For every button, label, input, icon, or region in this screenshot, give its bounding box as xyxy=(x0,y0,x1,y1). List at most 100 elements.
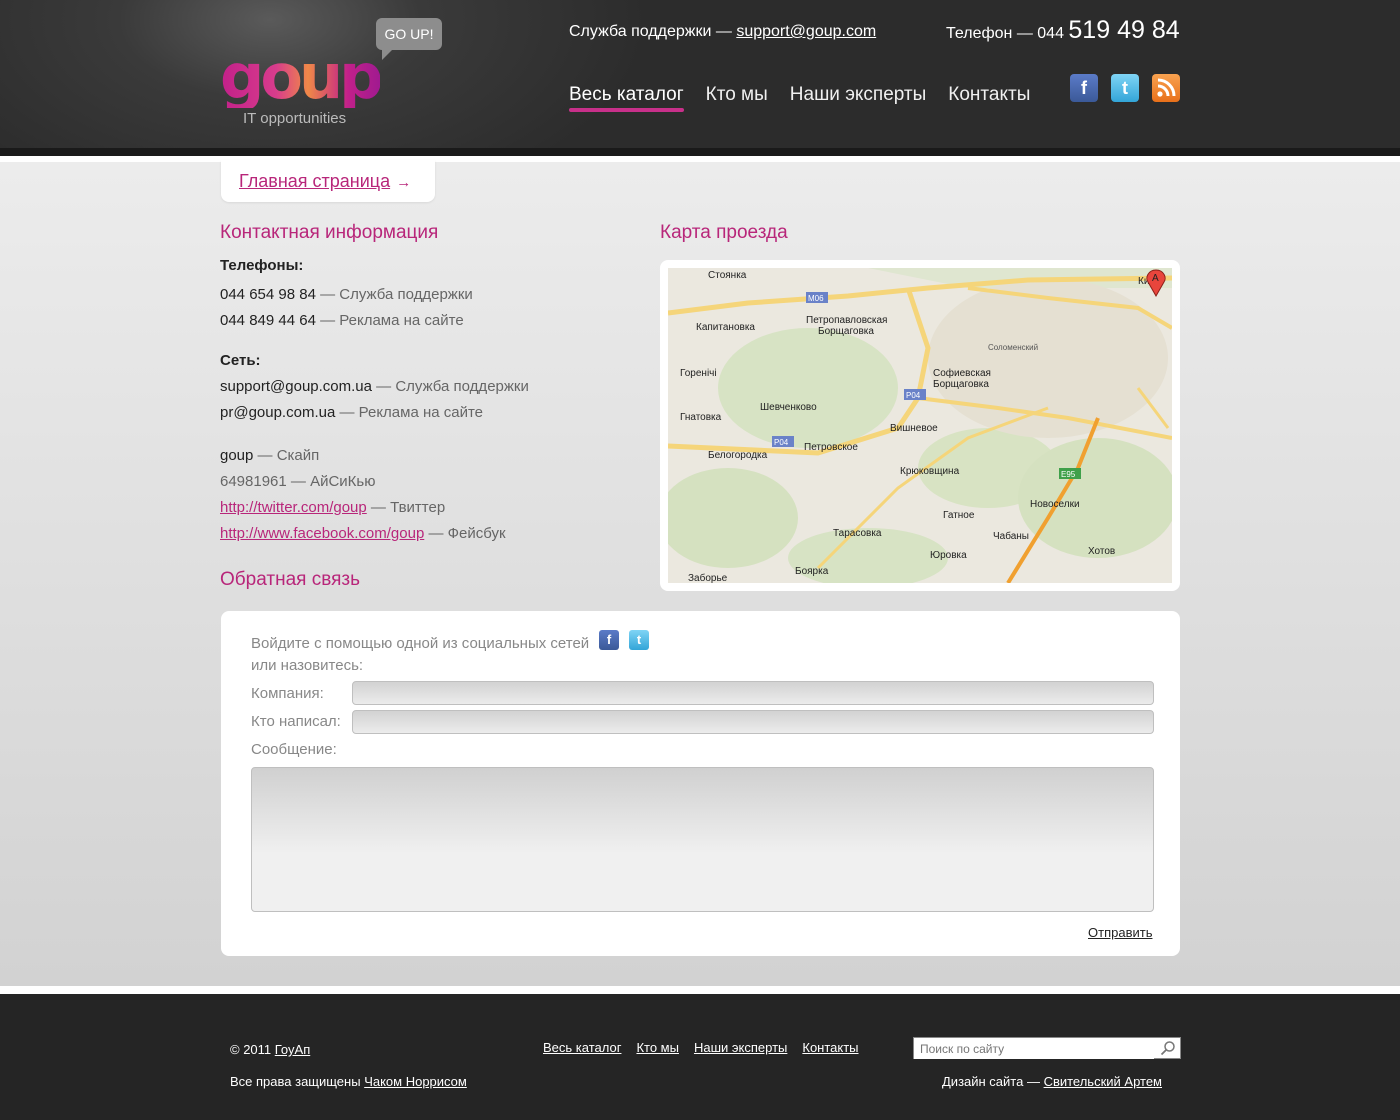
svg-text:P04: P04 xyxy=(906,391,921,400)
svg-text:Софиевская: Софиевская xyxy=(933,367,991,379)
footer-nav-catalog[interactable]: Весь каталог xyxy=(543,1040,621,1055)
design-credit: Дизайн сайта — Свительский Артем xyxy=(942,1074,1162,1089)
contact-desc: — Скайп xyxy=(253,447,320,464)
support-email-link[interactable]: support@goup.com xyxy=(736,23,876,40)
contact-desc: — АйСиКью xyxy=(286,473,376,490)
footer-nav-experts[interactable]: Наши эксперты xyxy=(694,1040,787,1055)
contact-value: support@goup.com.ua xyxy=(220,378,372,395)
arrow-right-icon: → xyxy=(392,174,412,191)
svg-text:E95: E95 xyxy=(1061,470,1076,479)
map-title: Карта проезда xyxy=(660,222,788,243)
phone-info: Телефон — 044 519 49 84 xyxy=(946,16,1180,45)
site-footer xyxy=(0,994,1400,1120)
svg-text:Вишневое: Вишневое xyxy=(890,423,938,434)
phones-label: Телефоны: xyxy=(220,257,304,274)
contact-desc: — Реклама на сайте xyxy=(335,404,484,421)
contact-line: 044 849 44 64 — Реклама на сайте xyxy=(220,312,464,329)
company-label: Компания: xyxy=(251,685,324,702)
logo-speech-bubble: GO UP! xyxy=(376,18,442,60)
message-textarea[interactable] xyxy=(251,767,1154,912)
search-input[interactable] xyxy=(914,1039,1154,1059)
rights: Все права защищены Чаком Норрисом xyxy=(230,1074,467,1089)
contact-value: 64981961 xyxy=(220,473,287,490)
svg-text:Петровское: Петровское xyxy=(804,442,858,453)
phone-number: 519 49 84 xyxy=(1068,16,1180,44)
contacts-title: Контактная информация xyxy=(220,222,439,243)
footer-nav-contacts[interactable]: Контакты xyxy=(802,1040,858,1055)
svg-text:Юровка: Юровка xyxy=(930,550,967,561)
twitter-icon[interactable]: t xyxy=(1111,74,1139,102)
footer-divider xyxy=(0,986,1400,994)
contact-line: http://twitter.com/goup — Твиттер xyxy=(220,499,445,516)
rights-link[interactable]: Чаком Норрисом xyxy=(364,1074,467,1089)
contact-line: pr@goup.com.ua — Реклама на сайте xyxy=(220,404,483,421)
svg-text:Заборье: Заборье xyxy=(688,572,728,583)
contact-line: 64981961 — АйСиКью xyxy=(220,473,375,490)
contact-line: 044 654 98 84 — Служба поддержки xyxy=(220,286,473,303)
contact-value: 044 654 98 84 xyxy=(220,286,316,303)
svg-text:Чабаны: Чабаны xyxy=(993,530,1029,542)
svg-text:Борщаговка: Борщаговка xyxy=(933,379,989,390)
breadcrumb-home-link[interactable]: Главная страница xyxy=(239,171,390,191)
search-icon[interactable] xyxy=(1160,1040,1176,1056)
nav-experts[interactable]: Наши эксперты xyxy=(790,84,927,110)
submit-button[interactable]: Отправить xyxy=(1088,925,1152,940)
logo-tagline: IT opportunities xyxy=(243,110,347,127)
map-frame: Стоянка Петропавловская Борщаговка Капит… xyxy=(660,260,1180,591)
nav-catalog[interactable]: Весь каталог xyxy=(569,84,684,112)
author-label: Кто написал: xyxy=(251,713,341,730)
feedback-title: Обратная связь xyxy=(220,569,360,590)
svg-text:P04: P04 xyxy=(774,438,789,447)
twitter-link[interactable]: http://twitter.com/goup xyxy=(220,499,367,516)
nav-contacts[interactable]: Контакты xyxy=(948,84,1030,110)
design-label: Дизайн сайта — xyxy=(942,1074,1044,1089)
facebook-login-icon[interactable]: f xyxy=(599,630,619,650)
site-header: goup IT opportunities GO UP! Служба подд… xyxy=(0,0,1400,148)
breadcrumb: Главная страница → xyxy=(221,160,435,202)
or-name-text: или назовитесь: xyxy=(251,657,364,674)
svg-text:Тарасовка: Тарасовка xyxy=(833,528,882,539)
svg-text:Шевченково: Шевченково xyxy=(760,402,817,413)
svg-text:Хотов: Хотов xyxy=(1088,546,1115,557)
nav-about[interactable]: Кто мы xyxy=(706,84,768,110)
support-info: Служба поддержки — support@goup.com xyxy=(569,23,876,41)
main-nav: Весь каталог Кто мы Наши эксперты Контак… xyxy=(569,84,1030,112)
contact-line: http://www.facebook.com/goup — Фейсбук xyxy=(220,525,506,542)
contact-line: support@goup.com.ua — Служба поддержки xyxy=(220,378,529,395)
contact-desc: — Твиттер xyxy=(366,499,446,516)
footer-nav-about[interactable]: Кто мы xyxy=(636,1040,679,1055)
route-map[interactable]: Стоянка Петропавловская Борщаговка Капит… xyxy=(668,268,1172,583)
rss-icon[interactable] xyxy=(1152,74,1180,102)
twitter-login-icon[interactable]: t xyxy=(629,630,649,650)
svg-text:Крюковщина: Крюковщина xyxy=(900,466,960,477)
copyright-text: © 2011 xyxy=(230,1042,275,1057)
svg-text:Капитановка: Капитановка xyxy=(696,322,755,333)
contact-desc: — Служба поддержки xyxy=(315,286,473,303)
facebook-link[interactable]: http://www.facebook.com/goup xyxy=(220,525,424,542)
svg-text:M06: M06 xyxy=(808,294,824,303)
copyright: © 2011 ГоуАп xyxy=(230,1042,310,1057)
svg-text:Горенічі: Горенічі xyxy=(680,368,717,379)
map-graphic: Стоянка Петропавловская Борщаговка Капит… xyxy=(668,268,1172,583)
company-input[interactable] xyxy=(352,681,1154,705)
author-input[interactable] xyxy=(352,710,1154,734)
site-logo[interactable]: goup IT opportunities GO UP! xyxy=(220,18,450,138)
svg-text:Борщаговка: Борщаговка xyxy=(818,326,874,337)
svg-text:A: A xyxy=(1152,273,1159,284)
phone-label: Телефон — 044 xyxy=(946,25,1069,42)
message-label: Сообщение: xyxy=(251,741,337,758)
contact-desc: — Служба поддержки xyxy=(372,378,529,395)
svg-text:Гатное: Гатное xyxy=(943,510,975,521)
footer-nav: Весь каталог Кто мы Наши эксперты Контак… xyxy=(543,1040,859,1055)
svg-text:Боярка: Боярка xyxy=(795,566,829,577)
contact-desc: — Реклама на сайте xyxy=(315,312,464,329)
svg-text:Стоянка: Стоянка xyxy=(708,270,747,281)
designer-link[interactable]: Свительский Артем xyxy=(1044,1074,1162,1089)
facebook-icon[interactable]: f xyxy=(1070,74,1098,102)
logo-wordmark: goup xyxy=(220,40,383,113)
svg-text:Соломенский: Соломенский xyxy=(988,343,1038,352)
rights-text: Все права защищены xyxy=(230,1074,365,1089)
svg-text:Белогородка: Белогородка xyxy=(708,450,768,461)
copyright-link[interactable]: ГоуАп xyxy=(275,1042,310,1057)
net-label: Сеть: xyxy=(220,352,261,369)
